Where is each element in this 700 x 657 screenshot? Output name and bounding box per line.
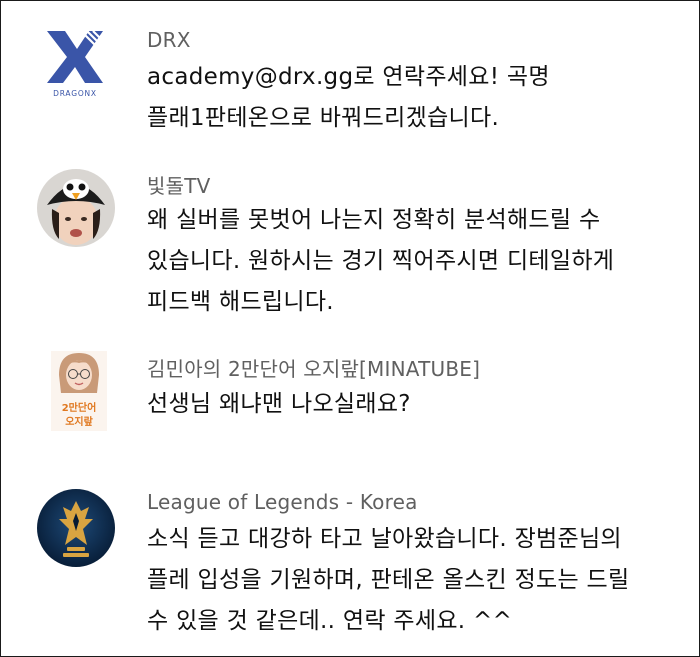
- comment-text: 왜 실버를 못벗어 나는지 정확히 분석해드릴 수 있습니다. 원하시는 경기 …: [147, 200, 692, 323]
- lol-crest-logo-icon: [37, 489, 115, 567]
- comment-author[interactable]: League of Legends - Korea: [147, 490, 418, 514]
- comment-text: 선생님 왜냐맨 나오실래요?: [147, 384, 692, 425]
- comment-line: 왜 실버를 못벗어 나는지 정확히 분석해드릴 수: [147, 207, 601, 233]
- avatar[interactable]: [37, 489, 115, 567]
- screenshot-frame: DRAGONX DRX academy@drx.gg로 연락주세요! 곡명 플래…: [0, 0, 700, 657]
- drx-dragonx-logo-icon: DRAGONX: [44, 30, 110, 98]
- avatar-caption-line: 2만단어: [62, 401, 97, 414]
- comment-line: 있습니다. 원하시는 경기 찍어주시면 디테일하게: [147, 248, 615, 274]
- comment-line: 플레 입성을 기원하며, 판테온 올스킨 정도는 드릴: [147, 567, 630, 593]
- comment-line: academy@drx.gg로 연락주세요! 곡명: [147, 64, 550, 90]
- comment-line: 소식 듣고 대강하 타고 날아왔습니다. 장범준님의: [147, 526, 622, 552]
- avatar[interactable]: 2만단어 오지랖: [51, 351, 107, 431]
- comment-line: 플래1판테온으로 바꿔드리겠습니다.: [147, 105, 500, 131]
- comment-line: 선생님 왜냐맨 나오실래요?: [147, 391, 411, 417]
- drx-logo-caption: DRAGONX: [53, 89, 97, 98]
- comment-author[interactable]: DRX: [147, 28, 191, 52]
- avatar[interactable]: DRAGONX: [41, 27, 110, 99]
- avatar-caption-line: 오지랖: [65, 415, 93, 428]
- comment-text: 소식 듣고 대강하 타고 날아왔습니다. 장범준님의 플레 입성을 기원하며, …: [147, 519, 692, 642]
- comment-line: 수 있을 것 같은데.. 연락 주세요. ^^: [147, 608, 513, 634]
- comment-author[interactable]: 김민아의 2만단어 오지랖[MINATUBE]: [147, 353, 480, 382]
- comment-author[interactable]: 빛돌TV: [147, 170, 211, 199]
- comment-line: 피드백 해드립니다.: [147, 289, 334, 315]
- comment-text: academy@drx.gg로 연락주세요! 곡명 플래1판테온으로 바꿔드리겠…: [147, 57, 692, 139]
- penguin-hat-user-avatar-icon: [37, 169, 115, 247]
- minatube-user-avatar-icon: 2만단어 오지랖: [51, 351, 107, 431]
- avatar[interactable]: [37, 169, 115, 247]
